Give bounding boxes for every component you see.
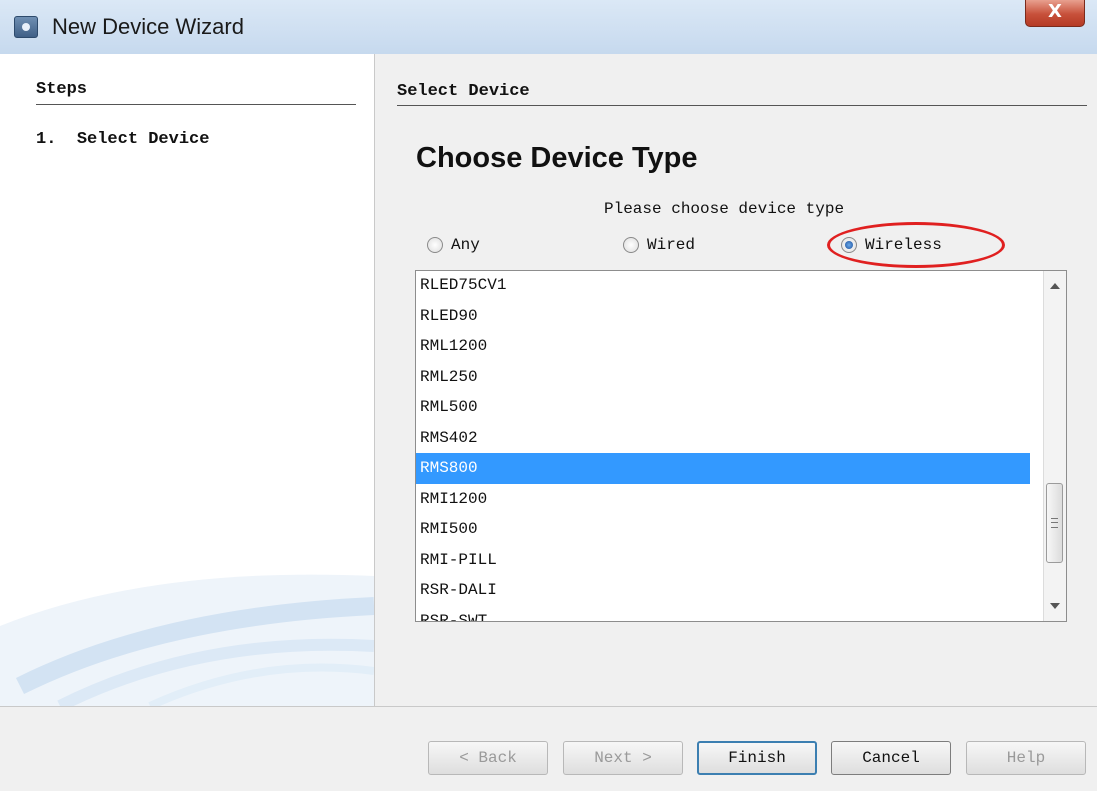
list-item[interactable]: RMI1200: [416, 484, 1030, 515]
window-title: New Device Wizard: [52, 14, 244, 39]
highlight-ellipse: [827, 222, 1005, 268]
page-title: Choose Device Type: [416, 142, 698, 174]
device-list[interactable]: RLED75CV1 RLED90 RML1200 RML250 RML500 R…: [415, 270, 1067, 622]
list-item[interactable]: RMS402: [416, 423, 1030, 454]
device-list-items: RLED75CV1 RLED90 RML1200 RML250 RML500 R…: [416, 271, 1066, 622]
close-button[interactable]: X: [1025, 0, 1085, 27]
list-item[interactable]: RMI500: [416, 514, 1030, 545]
list-item[interactable]: RSR-DALI: [416, 575, 1030, 606]
finish-button[interactable]: Finish: [697, 741, 817, 775]
radio-any-label: Any: [451, 236, 480, 254]
step-item-select-device: 1. Select Device: [36, 130, 209, 149]
radio-wired-indicator[interactable]: [623, 237, 639, 253]
next-button[interactable]: Next >: [563, 741, 683, 775]
radio-any-indicator[interactable]: [427, 237, 443, 253]
button-bar: < Back Next > Finish Cancel Help: [0, 706, 1097, 791]
step-label: Select Device: [76, 130, 210, 149]
title-bar: New Device Wizard X: [0, 0, 1097, 55]
steps-heading: Steps: [36, 80, 88, 99]
help-button[interactable]: Help: [966, 741, 1086, 775]
scroll-down-arrow-icon[interactable]: [1050, 603, 1060, 609]
back-button[interactable]: < Back: [428, 741, 548, 775]
radio-wired[interactable]: Wired: [623, 234, 695, 256]
steps-pane: Steps 1. Select Device: [0, 54, 375, 706]
scroll-thumb[interactable]: [1046, 483, 1063, 563]
list-item[interactable]: RLED75CV1: [416, 271, 1030, 301]
list-item-selected[interactable]: RMS800: [416, 453, 1030, 484]
section-heading: Select Device: [397, 82, 530, 101]
radio-wired-label: Wired: [647, 236, 696, 254]
decorative-swoosh: [0, 574, 374, 706]
app-icon: [14, 16, 38, 38]
section-divider: [397, 105, 1087, 106]
list-item[interactable]: RMI-PILL: [416, 545, 1030, 576]
list-item[interactable]: RML500: [416, 392, 1030, 423]
steps-divider: [36, 104, 356, 105]
grip-icon: [1051, 518, 1058, 528]
content-pane: Select Device Choose Device Type Please …: [375, 54, 1097, 706]
cancel-button[interactable]: Cancel: [831, 741, 951, 775]
list-item[interactable]: RML1200: [416, 331, 1030, 362]
device-type-prompt: Please choose device type: [604, 200, 845, 218]
radio-any[interactable]: Any: [427, 234, 480, 256]
list-item[interactable]: RSR-SWT: [416, 606, 1030, 622]
list-item[interactable]: RLED90: [416, 301, 1030, 332]
list-item[interactable]: RML250: [416, 362, 1030, 393]
scroll-up-arrow-icon[interactable]: [1050, 283, 1060, 289]
step-number: 1.: [36, 130, 57, 149]
vertical-scrollbar[interactable]: [1043, 271, 1066, 621]
